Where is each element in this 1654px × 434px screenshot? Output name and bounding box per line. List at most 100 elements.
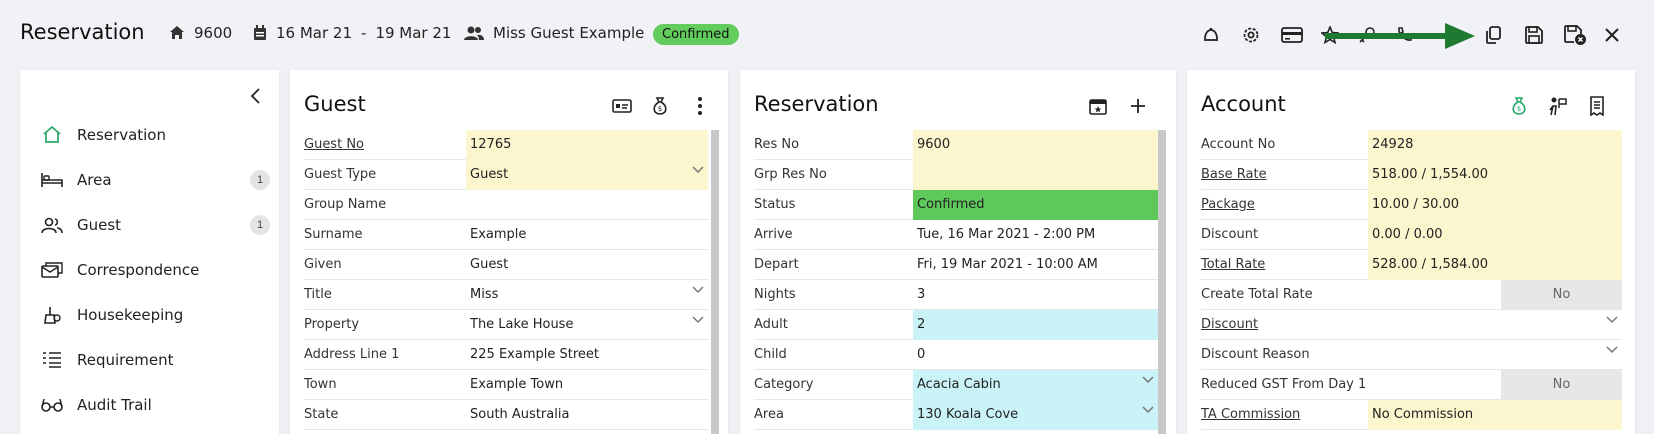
field-town[interactable]: Town Example Town <box>304 370 708 400</box>
bell-icon[interactable] <box>1198 22 1224 48</box>
field-area[interactable]: Area 130 Koala Cove <box>754 400 1158 430</box>
field-child[interactable]: Child 0 <box>754 340 1158 370</box>
chevron-down-icon[interactable] <box>692 314 704 326</box>
field-grp-res-no[interactable]: Grp Res No <box>754 160 1158 190</box>
svg-text:$: $ <box>1517 105 1521 113</box>
id-card-icon[interactable] <box>608 92 636 120</box>
field-arrive[interactable]: Arrive Tue, 16 Mar 2021 - 2:00 PM <box>754 220 1158 250</box>
status-badge: Confirmed <box>653 24 739 45</box>
field-discount-select[interactable]: Discount <box>1201 310 1622 340</box>
header-bar: Reservation 9600 16 Mar 21 - 19 Mar 21 M… <box>0 0 1654 66</box>
copy-icon[interactable] <box>1480 22 1506 48</box>
reservation-panel-title: Reservation <box>754 92 879 116</box>
home-icon <box>40 123 64 147</box>
sidebar-item-label: Audit Trail <box>77 396 152 414</box>
field-state[interactable]: State South Australia <box>304 400 708 430</box>
res-no-display: 9600 <box>169 24 232 42</box>
svg-text:$: $ <box>658 105 662 113</box>
sidebar-item-area[interactable]: Area 1 <box>40 165 270 195</box>
field-discount-reason[interactable]: Discount Reason <box>1201 340 1622 370</box>
field-surname[interactable]: Surname Example <box>304 220 708 250</box>
close-icon[interactable] <box>1599 22 1625 48</box>
field-property[interactable]: Property The Lake House <box>304 310 708 340</box>
list-icon <box>40 348 64 372</box>
field-guest-type[interactable]: Guest Type Guest <box>304 160 708 190</box>
chevron-down-icon[interactable] <box>692 284 704 296</box>
sidebar-item-guest[interactable]: Guest 1 <box>40 210 270 240</box>
field-package[interactable]: Package 10.00 / 30.00 <box>1201 190 1622 220</box>
save-icon[interactable] <box>1521 22 1547 48</box>
reservation-fields: Res No 9600 Grp Res No Status Confirmed Ar… <box>754 130 1158 430</box>
chevron-down-icon[interactable] <box>1142 374 1154 386</box>
toggle-switch[interactable]: No <box>1501 280 1622 310</box>
chevron-down-icon[interactable] <box>1606 344 1618 356</box>
money-bag-icon[interactable]: $ <box>646 92 674 120</box>
guest-name: Miss Guest Example <box>493 24 645 42</box>
field-nights[interactable]: Nights 3 <box>754 280 1158 310</box>
sidebar-item-audit-trail[interactable]: Audit Trail <box>40 390 270 420</box>
scrollbar[interactable] <box>1158 130 1166 434</box>
broom-icon <box>40 303 64 327</box>
date-range-display: 16 Mar 21 - 19 Mar 21 <box>253 24 451 42</box>
sidebar-item-label: Guest <box>77 216 122 234</box>
gear-icon[interactable] <box>1238 22 1264 48</box>
page-title: Reservation <box>20 20 145 44</box>
depart-date: 19 Mar 21 <box>375 24 452 42</box>
sidebar: Reservation Area 1 Guest 1 Correspondenc… <box>20 70 279 434</box>
calendar-icon <box>254 25 266 40</box>
sidebar-item-label: Reservation <box>77 126 166 144</box>
credit-card-icon[interactable] <box>1279 22 1305 48</box>
field-adult[interactable]: Adult 2 <box>754 310 1158 340</box>
field-given[interactable]: Given Guest <box>304 250 708 280</box>
field-create-total-rate[interactable]: Create Total Rate No <box>1201 280 1622 310</box>
chevron-down-icon[interactable] <box>1606 314 1618 326</box>
field-discount-amount[interactable]: Discount 0.00 / 0.00 <box>1201 220 1622 250</box>
count-badge: 1 <box>250 170 270 190</box>
calendar-star-icon[interactable] <box>1084 92 1112 120</box>
toggle-switch[interactable]: No <box>1501 370 1622 400</box>
sidebar-item-correspondence[interactable]: Correspondence <box>40 255 270 285</box>
sidebar-item-label: Housekeeping <box>77 306 184 324</box>
sidebar-item-label: Correspondence <box>77 261 200 279</box>
save-close-icon[interactable] <box>1562 22 1588 48</box>
field-account-no[interactable]: Account No 24928 <box>1201 130 1622 160</box>
sidebar-item-requirement[interactable]: Requirement <box>40 345 270 375</box>
bed-icon <box>40 168 64 192</box>
receipt-icon[interactable] <box>1583 92 1611 120</box>
account-fields: Account No 24928 Base Rate 518.00 / 1,554.… <box>1201 130 1622 430</box>
sidebar-item-label: Requirement <box>77 351 174 369</box>
users-icon <box>464 26 484 40</box>
field-title[interactable]: Title Miss <box>304 280 708 310</box>
field-reduced-gst[interactable]: Reduced GST From Day 1 No <box>1201 370 1622 400</box>
account-panel-title: Account <box>1201 92 1286 116</box>
annotation-arrow-icon <box>1325 23 1475 49</box>
field-ta-commission[interactable]: TA Commission No Commission <box>1201 400 1622 430</box>
field-total-rate[interactable]: Total Rate 528.00 / 1,584.00 <box>1201 250 1622 280</box>
res-no-value: 9600 <box>194 24 233 42</box>
scrollbar[interactable] <box>711 130 719 434</box>
more-vertical-icon[interactable] <box>686 92 714 120</box>
reservation-panel: Reservation Res No 9600 Grp Res No Status… <box>740 70 1176 434</box>
plus-icon[interactable] <box>1124 92 1152 120</box>
field-group-name[interactable]: Group Name <box>304 190 708 220</box>
guest-name-display: Miss Guest Example <box>464 24 644 42</box>
money-bag-icon[interactable]: $ <box>1505 92 1533 120</box>
users-icon <box>40 213 64 237</box>
field-status[interactable]: Status Confirmed <box>754 190 1158 220</box>
field-base-rate[interactable]: Base Rate 518.00 / 1,554.00 <box>1201 160 1622 190</box>
guest-panel: Guest $ Guest No 12765 Guest Type Guest Gr… <box>290 70 728 434</box>
field-guest-no[interactable]: Guest No 12765 <box>304 130 708 160</box>
field-res-no[interactable]: Res No 9600 <box>754 130 1158 160</box>
person-flag-icon[interactable] <box>1544 92 1572 120</box>
sidebar-item-reservation[interactable]: Reservation <box>40 120 270 150</box>
sidebar-item-housekeeping[interactable]: Housekeeping <box>40 300 270 330</box>
field-category[interactable]: Category Acacia Cabin <box>754 370 1158 400</box>
chevron-left-icon[interactable] <box>246 86 266 106</box>
field-depart[interactable]: Depart Fri, 19 Mar 2021 - 10:00 AM <box>754 250 1158 280</box>
field-address-line-1[interactable]: Address Line 1 225 Example Street <box>304 340 708 370</box>
mail-icon <box>40 258 64 282</box>
chevron-down-icon[interactable] <box>692 164 704 176</box>
guest-fields: Guest No 12765 Guest Type Guest Group Name… <box>304 130 708 430</box>
sidebar-item-label: Area <box>77 171 112 189</box>
chevron-down-icon[interactable] <box>1142 404 1154 416</box>
